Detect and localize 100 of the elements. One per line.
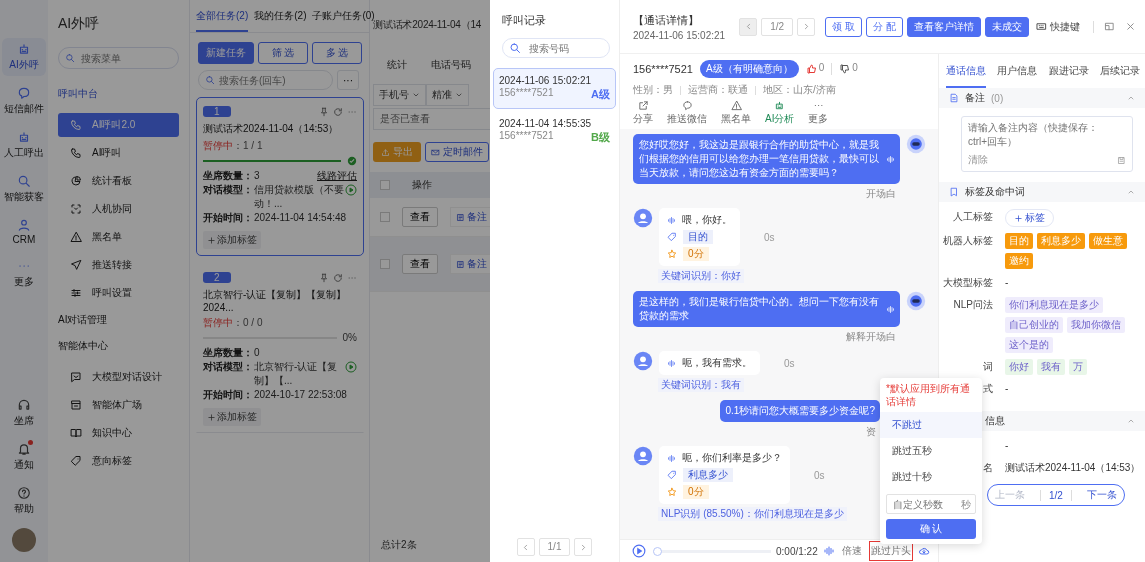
nav-item[interactable]: 黑名单	[58, 225, 179, 249]
rail-item[interactable]: 智能获客	[2, 170, 46, 208]
previous-page-button[interactable]	[739, 17, 758, 36]
play-icon[interactable]	[632, 544, 646, 558]
next-link[interactable]: 下一条	[1086, 488, 1117, 502]
task-card[interactable]: 2 北京智行-认证【复制】【复制】2024... 暂停中：0 / 0 0% 坐席数量：0 对话模型：北京智行-认证【复制】【... 开始时间：2024-10-17 22:53:08 添加标签	[196, 263, 364, 433]
note-icon	[456, 259, 465, 269]
audio-slider[interactable]	[653, 546, 771, 556]
action-button[interactable]: 分 配	[865, 16, 903, 37]
action-button[interactable]: 领 取	[825, 16, 862, 37]
rail-item[interactable]: 短信邮件	[2, 82, 46, 120]
more-button[interactable]: ···	[337, 70, 359, 90]
checkbox[interactable]	[380, 212, 390, 222]
filter-select[interactable]: 精准	[426, 84, 469, 106]
menu-option[interactable]: 跳过五秒	[880, 438, 982, 464]
nav-item[interactable]: 人机协同	[58, 197, 179, 221]
add-tag-button[interactable]: 添加标签	[203, 408, 261, 426]
note-button[interactable]: 备注	[450, 207, 490, 227]
view-button[interactable]: 查看	[402, 254, 438, 274]
nav-item[interactable]: 推送转接	[58, 253, 179, 277]
filter-select[interactable]: 手机号	[373, 84, 426, 106]
avatar[interactable]	[12, 528, 36, 552]
confirm-button[interactable]: 确 认	[886, 519, 976, 539]
search-field[interactable]: 搜索任务(回车)	[198, 70, 333, 90]
duration-text: 0s	[784, 357, 795, 369]
message-text: 呃，我有需求。	[682, 356, 752, 370]
previous-page-button[interactable]	[516, 538, 535, 556]
nav-item[interactable]: 呼叫设置	[58, 281, 179, 305]
rail-item[interactable]: AI外呼	[2, 38, 46, 76]
nav-section-title[interactable]: AI对话管理	[58, 313, 179, 327]
nav-item[interactable]: 统计看板	[58, 169, 179, 193]
toolbar-button[interactable]: 新建任务	[198, 42, 254, 64]
action-item[interactable]: 黑名单	[721, 100, 751, 126]
tag-chip: 万	[1069, 359, 1087, 375]
tab[interactable]: 我的任务(2)	[254, 0, 307, 32]
action-item[interactable]: 分享	[633, 100, 653, 126]
add-tag-button[interactable]: 添加标签	[203, 231, 261, 249]
nav-section-title[interactable]: 呼叫中台	[58, 87, 179, 101]
nav-item[interactable]: 大模型对话设计	[58, 365, 179, 389]
field-value: -	[1005, 439, 1009, 453]
toolbar-button[interactable]: 多 选	[312, 42, 362, 64]
checkbox[interactable]	[380, 180, 390, 190]
call-record[interactable]: 2024-11-04 14:55:35 156****7521 B级	[493, 111, 616, 152]
add-tag-button[interactable]: 标签	[1005, 209, 1054, 227]
shortcut-button[interactable]: 快捷键	[1032, 19, 1083, 34]
task-card[interactable]: 1 测试话术2024-11-04（14:53） 暂停中：1 / 1 坐席数量：3 线路评估 对话模型：信用贷款模版（不要动！... 开始时间：2024-11-04 14:54:48 添加标签	[196, 97, 364, 256]
call-record[interactable]: 2024-11-06 15:02:21 156****7521 A级	[493, 68, 616, 109]
action-item[interactable]: 更多	[808, 100, 829, 126]
menu-option[interactable]: 不跳过	[880, 412, 982, 438]
nav-section-title[interactable]: 智能体中心	[58, 339, 179, 353]
message-text: 喂，你好。	[682, 213, 732, 227]
search-field[interactable]: 搜索号码	[502, 38, 610, 58]
action-item[interactable]: AI分析	[765, 100, 795, 126]
play-icon[interactable]	[345, 184, 357, 196]
phone-number: 156****7521	[499, 130, 554, 143]
tab[interactable]: 电话号码	[431, 58, 471, 72]
play-icon[interactable]	[345, 361, 357, 373]
view-button[interactable]: 查看	[402, 207, 438, 227]
rail-item[interactable]: 帮助	[2, 482, 46, 520]
rail-item[interactable]: 人工呼出	[2, 126, 46, 164]
number-badge: 1	[203, 106, 231, 117]
tab[interactable]: 统计	[387, 58, 407, 72]
next-page-button[interactable]	[574, 538, 593, 556]
nav-item[interactable]: AI呼叫2.0	[58, 113, 179, 137]
field-label: 人工标签	[953, 211, 993, 222]
tag-icon	[667, 470, 677, 480]
tab[interactable]: 跟进记录	[1048, 54, 1089, 88]
tab[interactable]: 后续记录	[1100, 54, 1140, 88]
chevron-up-icon	[1127, 417, 1135, 425]
rail-item[interactable]: CRM	[2, 214, 46, 249]
nav-item[interactable]: 意向标签	[58, 449, 179, 473]
note-count: (0)	[991, 92, 1004, 104]
rail-item[interactable]: 坐席	[2, 394, 46, 432]
speed-button[interactable]: 倍速	[839, 541, 864, 561]
rail-item[interactable]: 通知	[2, 438, 46, 476]
action-item[interactable]: 推送微信	[667, 100, 707, 126]
action-button[interactable]: 查看客户详情	[906, 16, 981, 37]
page-indicator: 1/2	[1040, 489, 1072, 501]
table-row[interactable]: 查看 备注	[370, 237, 490, 292]
note-button[interactable]: 备注	[450, 254, 490, 274]
line-assessment-link[interactable]: 线路评估	[317, 169, 357, 183]
tab[interactable]: 用户信息	[997, 54, 1038, 88]
nav-item[interactable]: AI呼叫	[58, 141, 179, 165]
menu-option[interactable]: 跳过十秒	[880, 464, 982, 490]
tab[interactable]: 全部任务(2)	[196, 0, 249, 32]
next-page-button[interactable]	[797, 17, 816, 36]
toolbar-button[interactable]: 筛 选	[258, 42, 308, 64]
chevron-down-icon	[455, 91, 463, 99]
nav-item[interactable]: 知识中心	[58, 421, 179, 445]
thumbs-down-icon	[839, 63, 852, 75]
search-field[interactable]: 搜索菜单	[58, 47, 179, 69]
checkbox[interactable]	[380, 259, 390, 269]
action-button[interactable]: 未成交	[984, 16, 1029, 37]
nav-item[interactable]: 智能体广场	[58, 393, 179, 417]
field-label: 对话模型：	[203, 360, 253, 374]
sound-icon	[886, 154, 895, 164]
rail-item[interactable]: 更多	[2, 255, 46, 293]
viewed-filter[interactable]: 是否已查看	[373, 108, 490, 130]
toolbar-button[interactable]: 定时邮件	[425, 142, 489, 162]
star-icon	[667, 249, 677, 259]
